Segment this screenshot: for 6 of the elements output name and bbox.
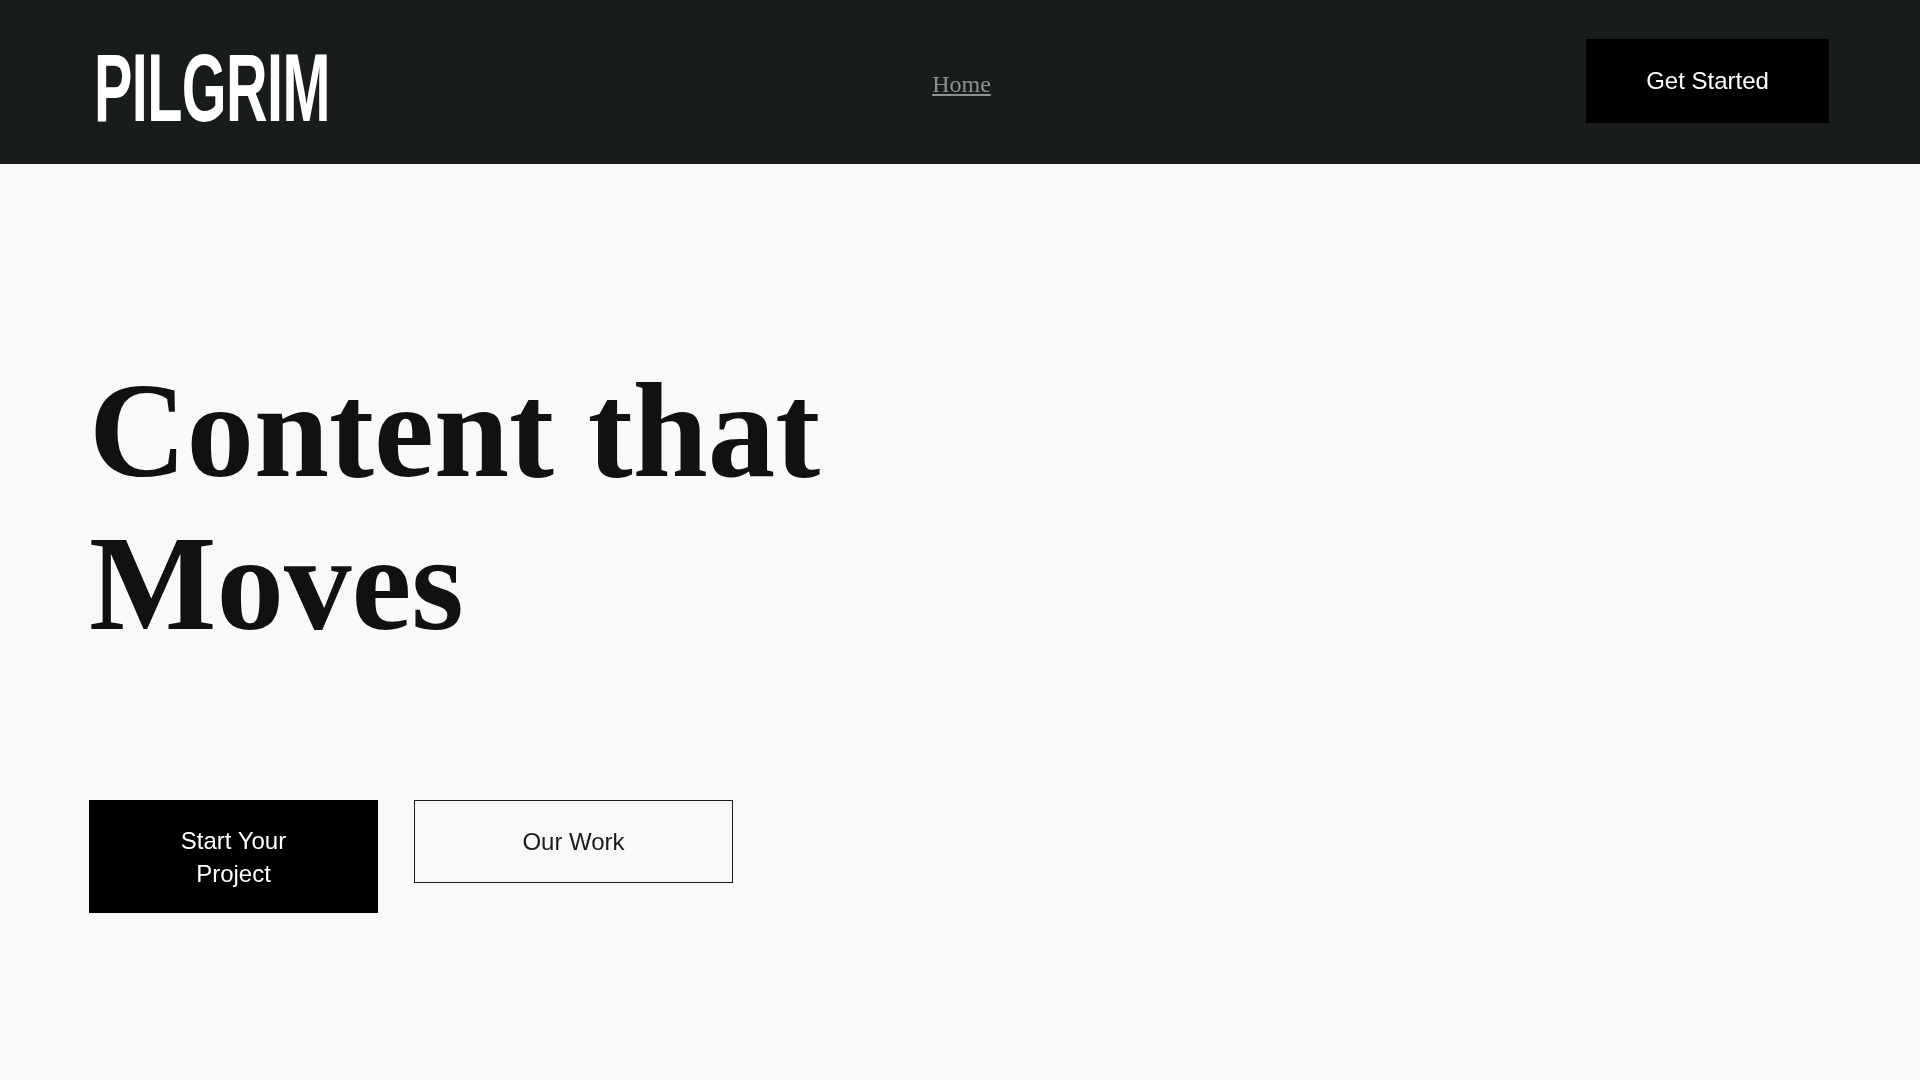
start-project-button[interactable]: Start Your Project (89, 800, 378, 913)
nav-link[interactable]: Home (932, 70, 991, 98)
get-started-button[interactable]: Get Started (1586, 39, 1829, 123)
our-work-button[interactable]: Our Work (414, 800, 733, 883)
hero-heading: Content that Moves (89, 355, 822, 660)
logo: PILGRIM (94, 40, 330, 136)
